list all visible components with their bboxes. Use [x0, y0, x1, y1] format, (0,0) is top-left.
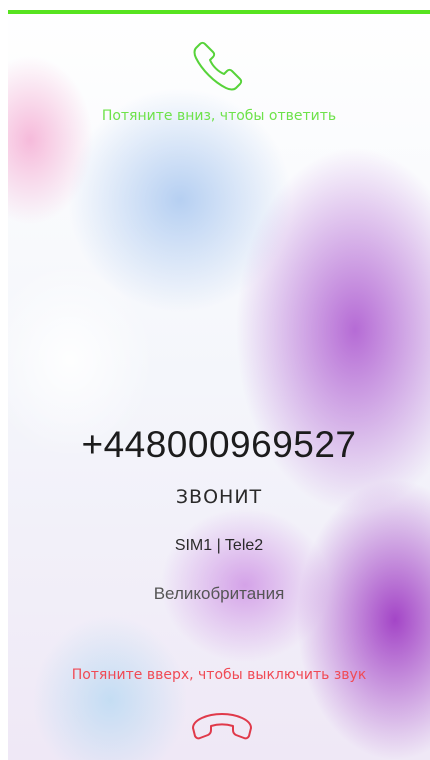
top-accent-bar: [8, 10, 430, 14]
incoming-call-screen: Потяните вниз, чтобы ответить +448000969…: [0, 0, 430, 760]
call-status: ЗВОНИТ: [175, 486, 263, 508]
screen-edge: [0, 0, 8, 760]
phone-answer-icon[interactable]: [192, 38, 246, 92]
caller-number: +448000969527: [81, 424, 357, 465]
phone-hangup-icon[interactable]: [187, 706, 257, 746]
caller-location: Великобритания: [153, 584, 285, 603]
answer-hint: Потяните вниз, чтобы ответить: [101, 108, 337, 124]
decline-hint: Потяните вверх, чтобы выключить звук: [71, 667, 367, 683]
sim-carrier-info: SIM1 | Tele2: [174, 537, 264, 554]
